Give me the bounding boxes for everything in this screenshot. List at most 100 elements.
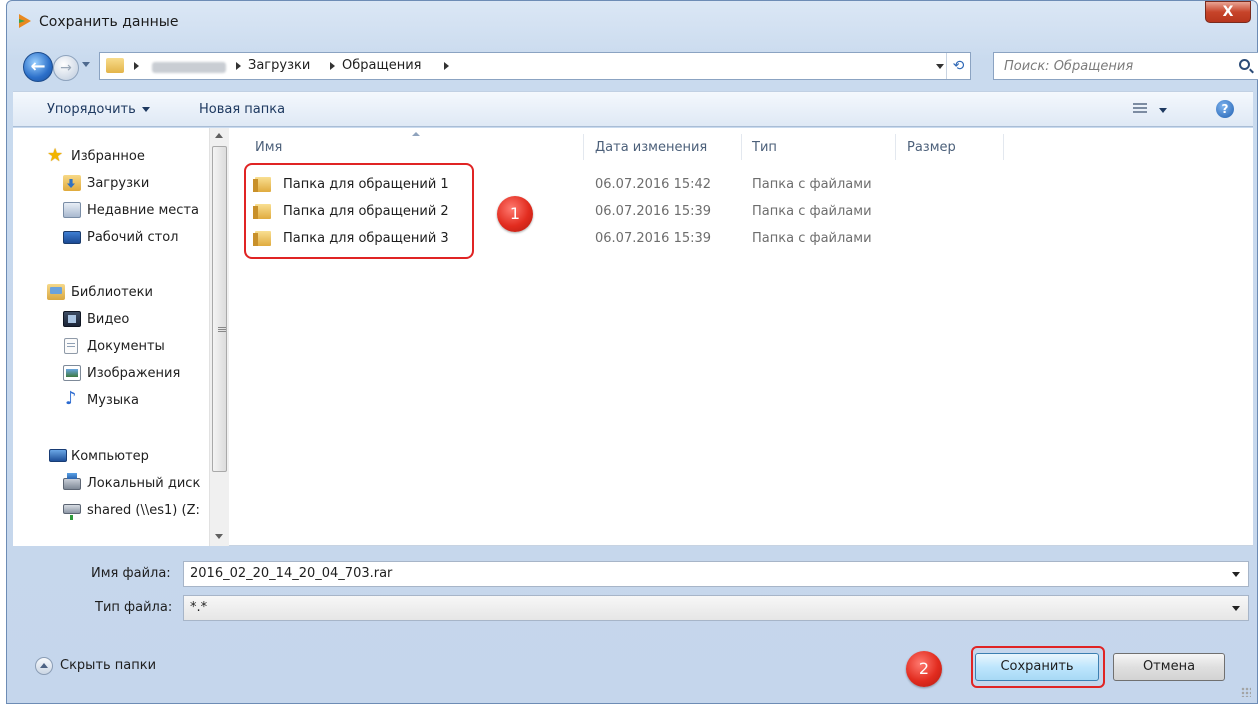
nav-computer-label: Компьютер xyxy=(71,449,149,464)
file-type: Папка с файлами xyxy=(752,204,872,219)
nav-scrollbar[interactable] xyxy=(209,128,229,546)
chevron-down-icon[interactable] xyxy=(1232,606,1240,611)
app-icon xyxy=(19,14,31,28)
column-header-date[interactable]: Дата изменения xyxy=(595,140,707,155)
content-area: ★ Избранное Загрузки Недавние места Рабо… xyxy=(13,128,1253,546)
window-title: Сохранить данные xyxy=(39,14,179,30)
downloads-icon xyxy=(63,175,81,191)
column-divider[interactable] xyxy=(583,134,584,160)
new-folder-button[interactable]: Новая папка xyxy=(199,102,285,117)
navigation-bar: ← → Загрузки Обращения ⟲ Поиск: Обращени… xyxy=(13,49,1258,83)
nav-recent-places-label: Недавние места xyxy=(87,203,199,218)
chevron-right-icon[interactable] xyxy=(134,62,139,70)
blurred-username xyxy=(152,62,226,73)
cancel-button[interactable]: Отмена xyxy=(1113,653,1225,681)
folder-icon xyxy=(106,58,124,73)
forward-button[interactable]: → xyxy=(53,55,79,81)
nav-network-drive-label: shared (\\es1) (Z: xyxy=(87,503,200,518)
nav-computer[interactable]: Компьютер xyxy=(13,445,209,469)
nav-music-label: Музыка xyxy=(87,393,139,408)
view-options-icon[interactable] xyxy=(1133,103,1147,115)
nav-documents[interactable]: Документы xyxy=(13,335,209,359)
nav-images-label: Изображения xyxy=(87,366,181,381)
nav-libraries[interactable]: Библиотеки xyxy=(13,281,209,305)
nav-video[interactable]: Видео xyxy=(13,308,209,332)
chevron-right-icon[interactable] xyxy=(236,62,241,70)
command-toolbar: Упорядочить Новая папка ? xyxy=(13,91,1253,127)
breadcrumb-downloads[interactable]: Загрузки xyxy=(248,58,310,73)
nav-local-disk[interactable]: Локальный диск xyxy=(13,472,209,496)
filetype-label: Тип файла: xyxy=(95,600,173,615)
hide-folders-label: Скрыть папки xyxy=(60,658,157,673)
chevron-down-icon[interactable] xyxy=(1159,108,1167,113)
annotation-marker-1: 1 xyxy=(497,196,533,232)
search-icon[interactable] xyxy=(1239,59,1250,70)
refresh-button[interactable]: ⟲ xyxy=(946,53,970,79)
nav-recent-places[interactable]: Недавние места xyxy=(13,199,209,223)
help-icon[interactable]: ? xyxy=(1216,100,1234,118)
nav-music[interactable]: ♪ Музыка xyxy=(13,389,209,413)
save-dialog-window: Сохранить данные X ← → Загрузки Обращени… xyxy=(6,0,1258,704)
documents-icon xyxy=(64,338,78,354)
recent-places-icon xyxy=(63,202,81,218)
nav-favorites-label: Избранное xyxy=(71,149,145,164)
resize-grip-icon[interactable] xyxy=(1241,687,1251,697)
nav-network-drive[interactable]: shared (\\es1) (Z: xyxy=(13,499,209,523)
nav-local-disk-label: Локальный диск xyxy=(87,476,201,491)
chevron-up-icon xyxy=(35,657,53,675)
address-dropdown-icon[interactable] xyxy=(936,64,944,69)
chevron-right-icon[interactable] xyxy=(330,62,335,70)
nav-downloads-label: Загрузки xyxy=(87,176,150,191)
chevron-right-icon[interactable] xyxy=(444,62,449,70)
search-input[interactable]: Поиск: Обращения xyxy=(1004,59,1133,74)
music-icon: ♪ xyxy=(65,389,77,409)
column-header-size[interactable]: Размер xyxy=(907,140,956,155)
network-drive-icon xyxy=(63,504,81,520)
nav-video-label: Видео xyxy=(87,312,130,327)
close-button[interactable]: X xyxy=(1205,1,1251,23)
column-header-name[interactable]: Имя xyxy=(255,140,282,155)
column-divider[interactable] xyxy=(895,134,896,160)
column-header-type[interactable]: Тип xyxy=(752,140,777,155)
file-date: 06.07.2016 15:42 xyxy=(595,177,712,192)
scrollbar-thumb[interactable] xyxy=(212,146,227,472)
filetype-value: *.* xyxy=(190,600,208,615)
filename-input[interactable]: 2016_02_20_14_20_04_703.rar xyxy=(190,566,392,581)
file-date: 06.07.2016 15:39 xyxy=(595,204,712,219)
breadcrumb-requests[interactable]: Обращения xyxy=(342,58,421,73)
folders-highlight-box xyxy=(244,163,474,259)
address-bar[interactable]: Загрузки Обращения ⟲ xyxy=(99,52,971,80)
star-icon: ★ xyxy=(47,145,64,166)
nav-images[interactable]: Изображения xyxy=(13,362,209,386)
file-type: Папка с файлами xyxy=(752,177,872,192)
library-icon xyxy=(47,284,65,300)
nav-desktop[interactable]: Рабочий стол xyxy=(13,226,209,250)
chevron-down-icon xyxy=(141,107,150,112)
nav-favorites[interactable]: ★ Избранное xyxy=(13,145,209,169)
nav-libraries-label: Библиотеки xyxy=(71,285,153,300)
column-divider[interactable] xyxy=(741,134,742,160)
scroll-up-icon[interactable] xyxy=(215,133,223,138)
computer-icon xyxy=(49,449,67,462)
back-button[interactable]: ← xyxy=(23,52,53,82)
file-type: Папка с файлами xyxy=(752,231,872,246)
organize-button[interactable]: Упорядочить xyxy=(47,102,150,117)
desktop-icon xyxy=(63,231,81,244)
chevron-down-icon[interactable] xyxy=(1232,572,1240,577)
local-disk-icon xyxy=(63,473,81,490)
video-icon xyxy=(63,311,81,327)
annotation-marker-2: 2 xyxy=(906,651,942,687)
file-list: Имя Дата изменения Тип Размер Папка для … xyxy=(233,128,1253,546)
file-date: 06.07.2016 15:39 xyxy=(595,231,712,246)
nav-downloads[interactable]: Загрузки xyxy=(13,172,209,196)
navigation-pane: ★ Избранное Загрузки Недавние места Рабо… xyxy=(13,128,229,546)
column-divider[interactable] xyxy=(1003,134,1004,160)
scroll-down-icon[interactable] xyxy=(215,534,223,539)
filename-label: Имя файла: xyxy=(91,566,171,581)
save-button[interactable]: Сохранить xyxy=(975,653,1099,681)
nav-desktop-label: Рабочий стол xyxy=(87,230,179,245)
filetype-select[interactable]: *.* xyxy=(183,595,1249,621)
search-box[interactable]: Поиск: Обращения xyxy=(993,52,1258,80)
filename-field[interactable]: 2016_02_20_14_20_04_703.rar xyxy=(183,561,1249,587)
history-dropdown-icon[interactable] xyxy=(82,62,90,67)
